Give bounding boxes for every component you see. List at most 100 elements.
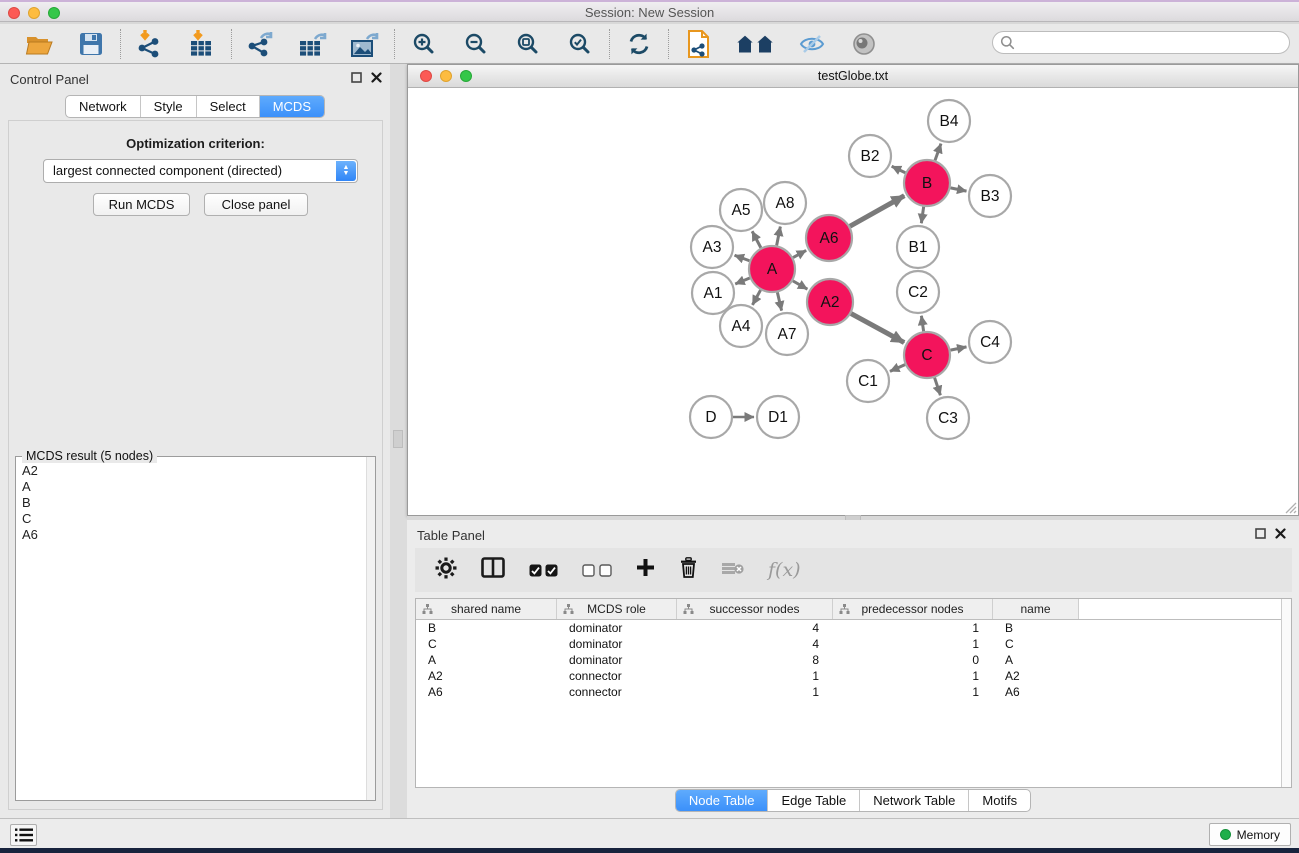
table-cell[interactable]: C — [993, 636, 1079, 652]
edge-C-C4[interactable] — [951, 347, 967, 350]
edge-A6-B[interactable] — [850, 196, 904, 227]
table-cell[interactable]: 1 — [677, 668, 833, 684]
node-A[interactable]: A — [749, 246, 795, 292]
edge-A-A8[interactable] — [777, 227, 781, 246]
table-cell[interactable]: A6 — [993, 684, 1079, 700]
edge-A-A5[interactable] — [752, 231, 761, 248]
network-canvas[interactable]: B4B2BB3A5A8A6A3B1AA1C2A2A4A7C4CC1DD1C3 — [408, 88, 1298, 515]
node-C2[interactable]: C2 — [897, 271, 939, 313]
tab-motifs[interactable]: Motifs — [969, 790, 1030, 811]
edge-A-A4[interactable] — [752, 290, 760, 305]
edge-C-C1[interactable] — [890, 365, 905, 372]
table-cell[interactable]: connector — [557, 668, 677, 684]
table-cell[interactable]: A2 — [993, 668, 1079, 684]
close-panel-icon[interactable] — [371, 72, 382, 83]
node-B1[interactable]: B1 — [897, 226, 939, 268]
node-B2[interactable]: B2 — [849, 135, 891, 177]
column-header-successor-nodes[interactable]: successor nodes — [677, 599, 833, 619]
node-A2[interactable]: A2 — [807, 279, 853, 325]
run-mcds-button[interactable]: Run MCDS — [93, 193, 190, 216]
node-A8[interactable]: A8 — [764, 182, 806, 224]
save-session-button[interactable] — [74, 28, 108, 60]
export-table-button[interactable] — [296, 28, 330, 60]
table-cell[interactable]: dominator — [557, 636, 677, 652]
column-header-mcds-role[interactable]: MCDS role — [557, 599, 677, 619]
table-row[interactable]: A2connector11A2 — [416, 668, 1291, 684]
clone-network-button[interactable] — [681, 28, 715, 60]
tab-mcds[interactable]: MCDS — [260, 96, 324, 117]
tab-edge-table[interactable]: Edge Table — [768, 790, 860, 811]
node-table[interactable]: shared nameMCDS rolesuccessor nodesprede… — [415, 598, 1292, 788]
edge-B-B3[interactable] — [951, 188, 967, 191]
node-A5[interactable]: A5 — [720, 189, 762, 231]
node-A3[interactable]: A3 — [691, 226, 733, 268]
node-A4[interactable]: A4 — [720, 305, 762, 347]
table-cell[interactable]: 1 — [677, 684, 833, 700]
export-image-button[interactable] — [348, 28, 382, 60]
table-cell[interactable]: 4 — [677, 636, 833, 652]
table-cell[interactable]: A — [993, 652, 1079, 668]
refresh-view-button[interactable] — [622, 28, 656, 60]
table-cell[interactable]: 1 — [833, 684, 993, 700]
node-A7[interactable]: A7 — [766, 313, 808, 355]
node-B3[interactable]: B3 — [969, 175, 1011, 217]
import-network-button[interactable] — [133, 28, 167, 60]
table-scrollbar[interactable] — [1281, 599, 1291, 787]
table-cell[interactable]: A6 — [416, 684, 557, 700]
table-cell[interactable]: 8 — [677, 652, 833, 668]
import-table-button[interactable] — [185, 28, 219, 60]
delete-column-button[interactable] — [679, 557, 698, 583]
close-panel-icon[interactable] — [1275, 528, 1286, 539]
edge-C-C2[interactable] — [921, 316, 923, 331]
table-row[interactable]: Adominator80A — [416, 652, 1291, 668]
mcds-result-item[interactable]: B — [16, 495, 365, 511]
memory-button[interactable]: Memory — [1209, 823, 1291, 846]
result-scrollbar[interactable] — [366, 457, 375, 800]
mcds-result-item[interactable]: A6 — [16, 527, 365, 543]
table-settings-button[interactable] — [435, 557, 457, 584]
table-cell[interactable]: connector — [557, 684, 677, 700]
table-cell[interactable]: 1 — [833, 636, 993, 652]
float-panel-icon[interactable] — [1255, 528, 1266, 539]
node-A6[interactable]: A6 — [806, 215, 852, 261]
edge-A-A6[interactable] — [793, 250, 806, 257]
table-cell[interactable]: dominator — [557, 620, 677, 636]
node-C[interactable]: C — [904, 332, 950, 378]
hide-selected-button[interactable] — [795, 28, 829, 60]
table-cell[interactable]: 1 — [833, 668, 993, 684]
node-A1[interactable]: A1 — [692, 272, 734, 314]
delete-table-button[interactable] — [722, 560, 744, 581]
edge-A-A7[interactable] — [777, 292, 781, 310]
window-resize-grip[interactable] — [1283, 500, 1297, 514]
node-C4[interactable]: C4 — [969, 321, 1011, 363]
vertical-splitter[interactable] — [390, 64, 407, 818]
open-session-button[interactable] — [22, 28, 56, 60]
float-panel-icon[interactable] — [351, 72, 362, 83]
table-cell[interactable]: A — [416, 652, 557, 668]
node-D[interactable]: D — [690, 396, 732, 438]
node-C1[interactable]: C1 — [847, 360, 889, 402]
tab-network-table[interactable]: Network Table — [860, 790, 969, 811]
column-header-shared-name[interactable]: shared name — [416, 599, 557, 619]
mcds-result-item[interactable]: A — [16, 479, 365, 495]
edge-B-B4[interactable] — [935, 144, 941, 161]
table-cell[interactable]: 0 — [833, 652, 993, 668]
tab-style[interactable]: Style — [141, 96, 197, 117]
node-B4[interactable]: B4 — [928, 100, 970, 142]
column-header-name[interactable]: name — [993, 599, 1079, 619]
show-column-button[interactable] — [481, 557, 505, 583]
network-window-titlebar[interactable]: testGlobe.txt — [408, 65, 1298, 88]
table-cell[interactable]: C — [416, 636, 557, 652]
node-C3[interactable]: C3 — [927, 397, 969, 439]
deselect-all-columns-button[interactable] — [582, 564, 612, 577]
table-cell[interactable]: dominator — [557, 652, 677, 668]
zoom-fit-button[interactable] — [511, 28, 545, 60]
edge-A-A3[interactable] — [735, 255, 750, 260]
mcds-result-item[interactable]: C — [16, 511, 365, 527]
mcds-result-item[interactable]: A2 — [16, 463, 365, 479]
network-graph[interactable]: B4B2BB3A5A8A6A3B1AA1C2A2A4A7C4CC1DD1C3 — [408, 88, 1298, 515]
table-row[interactable]: Bdominator41B — [416, 620, 1291, 636]
export-network-button[interactable] — [244, 28, 278, 60]
edge-B-B1[interactable] — [921, 207, 923, 223]
edge-A-A1[interactable] — [735, 278, 750, 284]
